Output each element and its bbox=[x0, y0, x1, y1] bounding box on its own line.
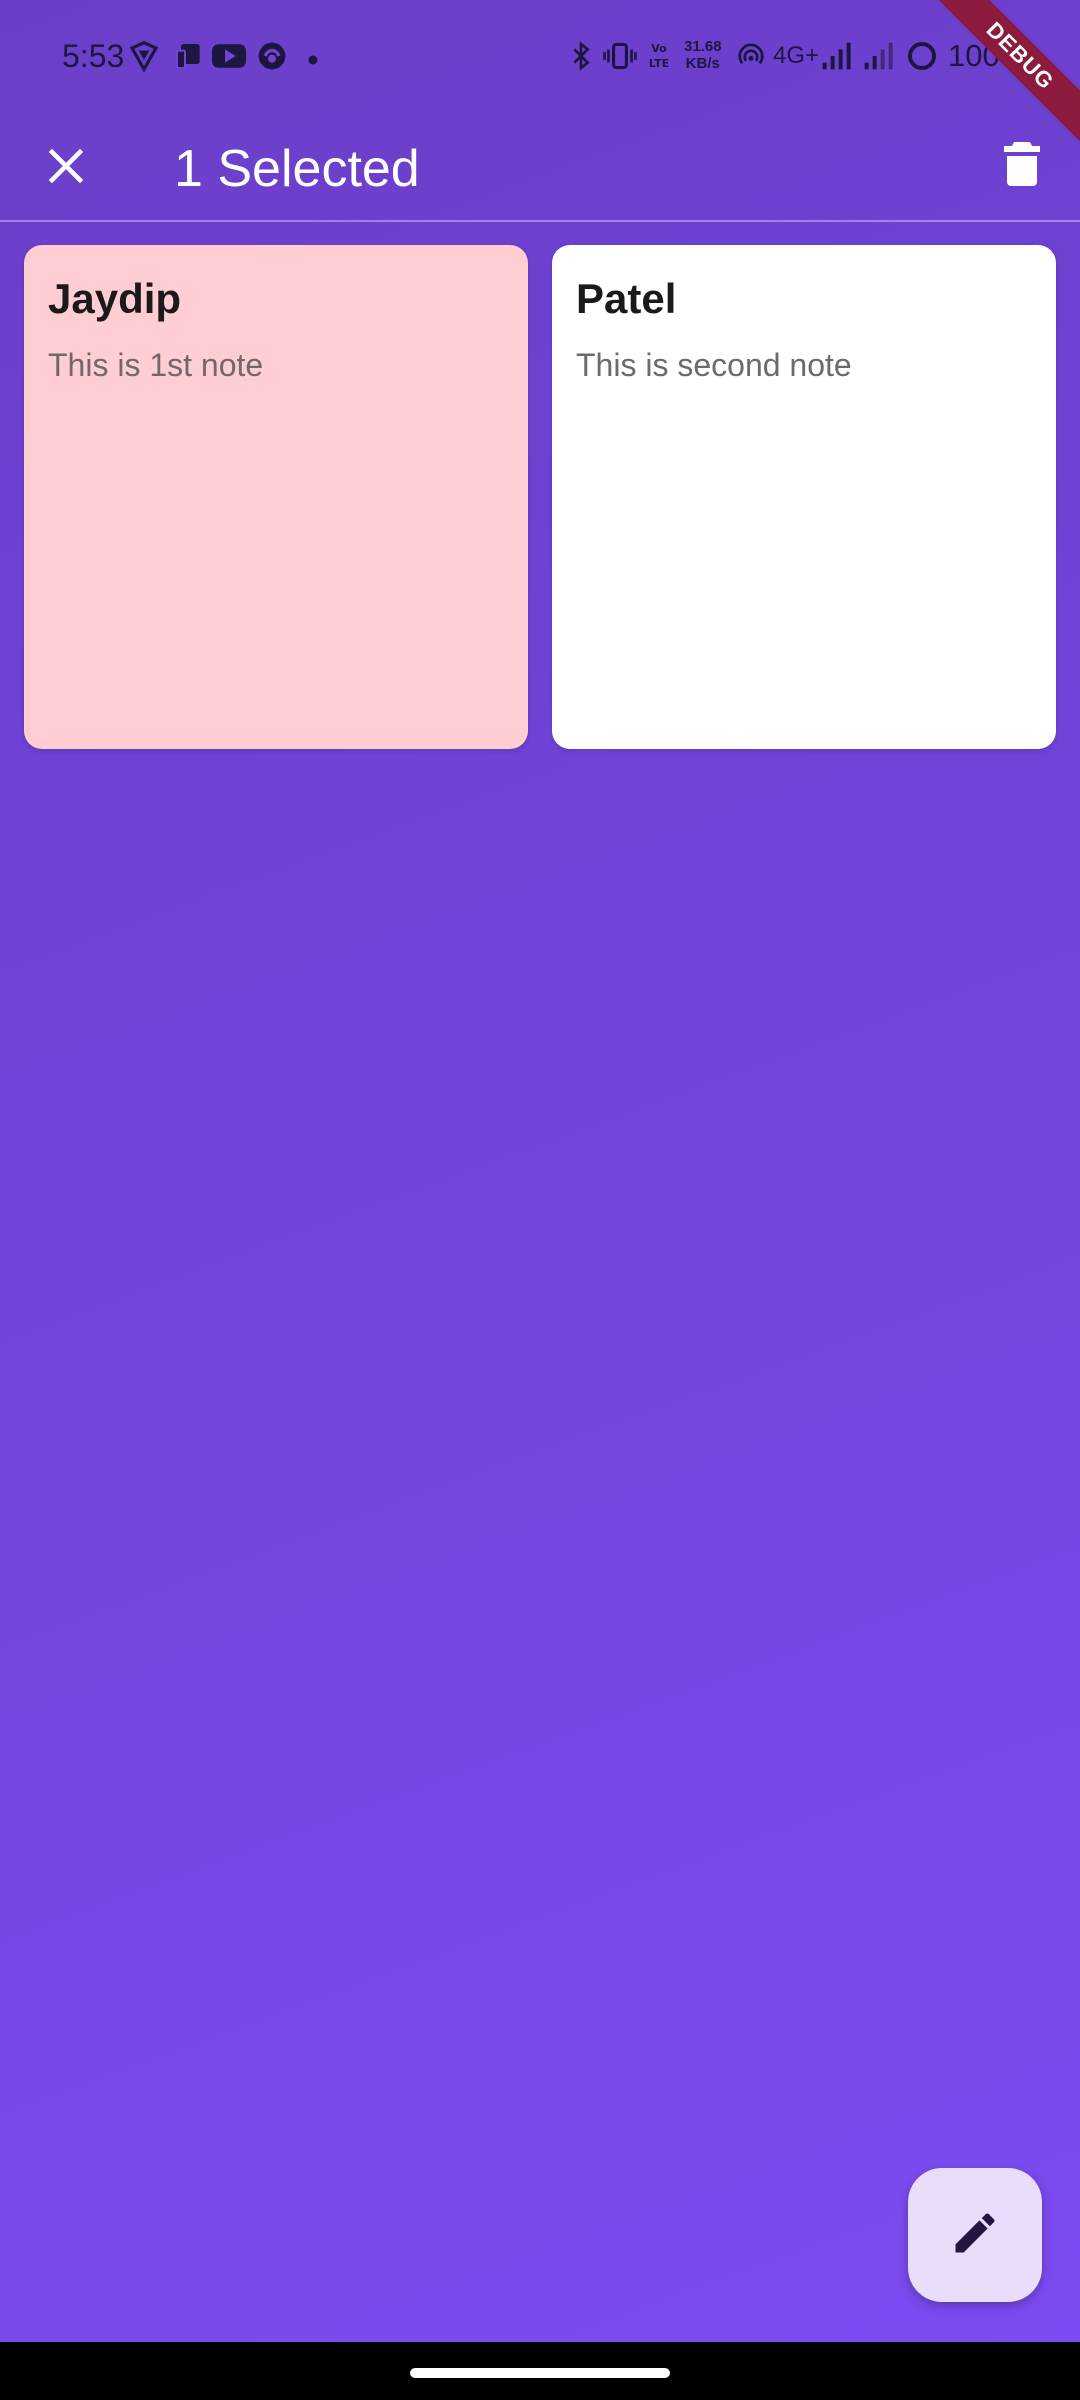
network-speed-unit: KB/s bbox=[685, 55, 720, 72]
edit-icon bbox=[949, 2207, 1001, 2264]
close-icon bbox=[45, 145, 87, 192]
system-nav-bar bbox=[0, 2342, 1080, 2400]
signal-icon bbox=[820, 40, 852, 77]
signal-icon-2 bbox=[862, 40, 894, 77]
volte-icon: Vo LTE bbox=[642, 40, 676, 75]
status-time: 5:53 bbox=[62, 38, 125, 74]
screen: 5:53 Vo LTE 31.68 KB/s 4G+ 100% DEBUG 1 … bbox=[0, 0, 1080, 2400]
network-speed-value: 31.68 bbox=[684, 38, 722, 55]
svg-text:LTE: LTE bbox=[649, 57, 669, 70]
status-bar: 5:53 Vo LTE 31.68 KB/s 4G+ 100% bbox=[0, 0, 1080, 112]
note-body: This is 1st note bbox=[48, 347, 264, 383]
vpn-icon bbox=[128, 40, 160, 77]
delete-button[interactable] bbox=[986, 130, 1058, 202]
cast-icon bbox=[172, 40, 206, 77]
vibrate-icon bbox=[602, 40, 638, 77]
browser-icon bbox=[256, 40, 288, 77]
delete-icon bbox=[1002, 140, 1042, 193]
app-bar: 1 Selected bbox=[0, 112, 1080, 222]
close-selection-button[interactable] bbox=[30, 132, 102, 204]
note-body: This is second note bbox=[576, 347, 852, 383]
note-title: Patel bbox=[576, 275, 677, 322]
note-title: Jaydip bbox=[48, 275, 182, 322]
hotspot-icon bbox=[736, 42, 766, 77]
youtube-icon bbox=[212, 42, 246, 75]
network-speed: 31.68 KB/s bbox=[684, 38, 722, 72]
page-title: 1 Selected bbox=[174, 140, 420, 198]
svg-text:Vo: Vo bbox=[651, 42, 667, 55]
dot-icon bbox=[308, 52, 318, 70]
home-gesture-handle[interactable] bbox=[410, 2368, 670, 2378]
add-note-button[interactable] bbox=[908, 2168, 1042, 2302]
battery-ring-icon bbox=[906, 40, 938, 77]
note-card[interactable]: Jaydip This is 1st note bbox=[24, 245, 528, 749]
network-type: 4G+ bbox=[773, 42, 820, 69]
note-card[interactable]: Patel This is second note bbox=[552, 245, 1056, 749]
bluetooth-icon bbox=[568, 40, 594, 77]
